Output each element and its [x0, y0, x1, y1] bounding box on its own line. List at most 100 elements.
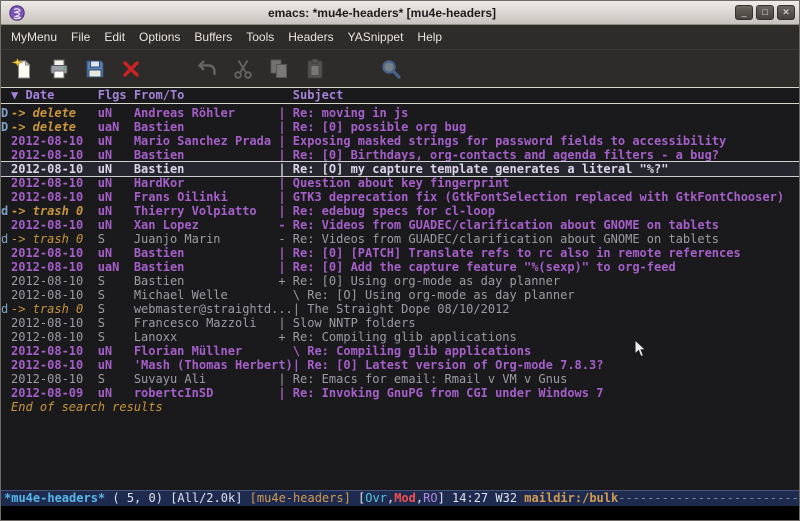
message-row[interactable]: 2012-08-10 uN 'Mash (Thomas Herbert)| Re…	[1, 358, 799, 372]
message-row[interactable]: 2012-08-10 S Suvayu Ali | Re: Emacs for …	[1, 372, 799, 386]
column-header-subject[interactable]: Subject	[278, 88, 343, 102]
message-from: webmaster@straightd...	[134, 302, 293, 316]
menu-item-tools[interactable]: Tools	[239, 26, 281, 48]
menu-item-buffers[interactable]: Buffers	[187, 26, 239, 48]
message-subject: | Question about key fingerprint	[278, 176, 509, 190]
message-row[interactable]: 2012-08-10 uaN Bastien | Re: [0] Add the…	[1, 260, 799, 274]
message-flags: uN	[98, 218, 134, 232]
undo-button	[189, 53, 225, 85]
search-button[interactable]	[373, 53, 409, 85]
message-subject: + Re: Compiling glib applications	[278, 330, 516, 344]
modeline-bracket-close: ]	[438, 491, 452, 505]
menu-item-file[interactable]: File	[64, 26, 97, 48]
message-date: 2012-08-10	[11, 288, 98, 302]
message-row[interactable]: d-> trash 0 uN Thierry Volpiatto | Re: e…	[1, 204, 799, 218]
message-subject: - Re: Videos from GUADEC/clarification a…	[278, 232, 719, 246]
column-header-from[interactable]: From/To	[134, 88, 279, 102]
message-flags: uN	[98, 134, 134, 148]
message-row[interactable]: 2012-08-10 uN Bastien | Re: [0] [PATCH] …	[1, 246, 799, 260]
message-date: 2012-08-10	[11, 134, 98, 148]
message-row[interactable]: 2012-08-10 uN HardKor | Question about k…	[1, 176, 799, 190]
menu-item-headers[interactable]: Headers	[281, 26, 340, 48]
message-row[interactable]: 2012-08-10 S Bastien + Re: [0] Using org…	[1, 274, 799, 288]
message-from: Juanjo Marin	[134, 232, 279, 246]
message-row[interactable]: 2012-08-10 S Lanoxx + Re: Compiling glib…	[1, 330, 799, 344]
new-file-icon	[11, 57, 35, 81]
message-from: Florian Müllner	[134, 344, 279, 358]
message-row[interactable]: d-> trash 0 S Juanjo Marin - Re: Videos …	[1, 232, 799, 246]
message-subject: - Re: Videos from GUADEC/clarification a…	[278, 218, 719, 232]
message-date: 2012-08-10	[11, 246, 98, 260]
close-buffer-button[interactable]	[113, 53, 149, 85]
message-subject: | Re: [0] Birthdays, org-contacts and ag…	[278, 148, 719, 162]
mode-line: *mu4e-headers* ( 5, 0) [All/2.0k] [mu4e-…	[1, 490, 799, 506]
message-flags: uN	[98, 358, 134, 372]
message-row[interactable]: 2012-08-09 uN robertcInSD | Re: Invoking…	[1, 386, 799, 400]
message-row[interactable]: 2012-08-10 uN Bastien | Re: [0] Birthday…	[1, 148, 799, 162]
message-row[interactable]: 2012-08-10 uN Bastien | Re: [O] my captu…	[1, 161, 799, 177]
message-flags: uN	[98, 190, 134, 204]
message-from: Mario Sanchez Prada	[134, 134, 279, 148]
message-flags: S	[98, 302, 134, 316]
menu-item-yasnippet[interactable]: YASnippet	[341, 26, 411, 48]
message-from: 'Mash (Thomas Herbert)	[134, 358, 293, 372]
headers-buffer[interactable]: D-> delete uN Andreas Röhler | Re: movin…	[1, 104, 799, 490]
message-from: Suvayu Ali	[134, 372, 279, 386]
undo-icon	[195, 57, 219, 81]
message-date: 2012-08-10	[11, 190, 98, 204]
message-flags: uN	[98, 386, 134, 400]
new-file-button[interactable]	[5, 53, 41, 85]
message-from: Xan Lopez	[134, 218, 279, 232]
modeline-maildir: maildir:/bulk	[524, 491, 618, 505]
menu-item-edit[interactable]: Edit	[97, 26, 132, 48]
message-flags: uN	[98, 344, 134, 358]
message-date: 2012-08-10	[11, 162, 98, 176]
message-row[interactable]: D-> delete uN Andreas Röhler | Re: movin…	[1, 106, 799, 120]
save-icon	[83, 57, 107, 81]
column-header-flags[interactable]: Flgs	[98, 88, 134, 102]
message-date: -> trash 0	[11, 302, 98, 316]
menu-item-help[interactable]: Help	[410, 26, 449, 48]
modeline-clock: 14:27	[452, 491, 495, 505]
message-date: 2012-08-10	[11, 330, 98, 344]
close-buffer-icon	[119, 57, 143, 81]
message-subject: | Re: moving in js	[278, 106, 408, 120]
message-subject: + Re: [0] Using org-mode as day planner	[278, 274, 560, 288]
message-row[interactable]: 2012-08-10 uN Frans Oilinki | GTK3 depre…	[1, 190, 799, 204]
copy-button	[261, 53, 297, 85]
message-flags: uN	[98, 176, 134, 190]
message-date: 2012-08-09	[11, 386, 98, 400]
message-subject: | Re: [0] Latest version of Org-mode 7.8…	[293, 358, 604, 372]
save-button[interactable]	[77, 53, 113, 85]
message-row[interactable]: d-> trash 0 S webmaster@straightd...| Th…	[1, 302, 799, 316]
message-from: Lanoxx	[134, 330, 279, 344]
message-row[interactable]: 2012-08-10 uN Xan Lopez - Re: Videos fro…	[1, 218, 799, 232]
column-header-date[interactable]: ▼ Date	[11, 88, 98, 102]
message-row[interactable]: 2012-08-10 S Michael Welle \ Re: [O] Usi…	[1, 288, 799, 302]
message-row[interactable]: 2012-08-10 uN Mario Sanchez Prada | Expo…	[1, 134, 799, 148]
message-mark: D	[1, 120, 11, 134]
print-button[interactable]	[41, 53, 77, 85]
message-subject: | Re: Invoking GnuPG from CGI under Wind…	[278, 386, 603, 400]
cut-icon	[231, 57, 255, 81]
minimize-button[interactable]: _	[735, 5, 753, 20]
end-of-results: End of search results	[1, 400, 799, 414]
message-date: 2012-08-10	[11, 316, 98, 330]
message-from: Bastien	[134, 120, 279, 134]
menubar: MyMenuFileEditOptionsBuffersToolsHeaders…	[1, 25, 799, 49]
message-row[interactable]: 2012-08-10 uN Florian Müllner \ Re: Comp…	[1, 344, 799, 358]
menu-item-options[interactable]: Options	[132, 26, 187, 48]
message-flags: S	[98, 274, 134, 288]
modeline-size-indication: [All/2.0k]	[170, 491, 249, 505]
message-subject: | Re: [O] my capture template generates …	[278, 162, 668, 176]
message-row[interactable]: 2012-08-10 S Francesco Mazzoli | Slow NN…	[1, 316, 799, 330]
message-subject: | Re: [0] possible org bug	[278, 120, 466, 134]
maximize-button[interactable]: □	[756, 5, 774, 20]
menu-item-mymenu[interactable]: MyMenu	[4, 26, 64, 48]
emacs-window: emacs: *mu4e-headers* [mu4e-headers] _ □…	[0, 0, 800, 521]
message-flags: uN	[98, 106, 134, 120]
modeline-major-mode: [mu4e-headers]	[250, 491, 358, 505]
message-row[interactable]: D-> delete uaN Bastien | Re: [0] possibl…	[1, 120, 799, 134]
message-date: 2012-08-10	[11, 176, 98, 190]
close-button[interactable]: ✕	[777, 5, 795, 20]
